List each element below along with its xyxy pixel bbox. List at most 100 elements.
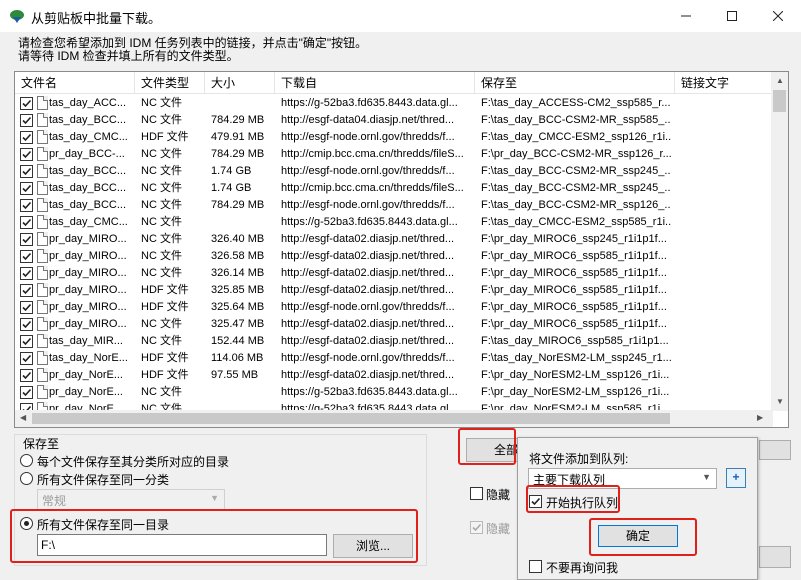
check-icon: [22, 269, 32, 278]
row-checkbox[interactable]: [20, 182, 33, 195]
row-checkbox[interactable]: [20, 301, 33, 314]
cell-filename: tas_day_NorE...: [49, 352, 128, 364]
table-row[interactable]: pr_day_NorE... NC 文件 https://g-52ba3.fd635…: [15, 384, 773, 401]
scroll-right-icon[interactable]: ▶: [757, 413, 763, 422]
table-row[interactable]: pr_day_BCC-... NC 文件 784.29 MB http://cmip.…: [15, 146, 773, 163]
cell-saveto: F:\pr_day_MIROC6_ssp585_r1i1p1f...: [481, 250, 667, 262]
table-row[interactable]: tas_day_NorE... HDF 文件 114.06 MB http://esg…: [15, 350, 773, 367]
table-row[interactable]: tas_day_CMC... NC 文件 https://g-52ba3.fd635…: [15, 214, 773, 231]
table-row[interactable]: tas_day_BCC... NC 文件 784.29 MB http://esgf-…: [15, 197, 773, 214]
file-icon: [37, 198, 48, 212]
radio-save-by-category[interactable]: [20, 454, 33, 467]
cell-filetype: NC 文件: [141, 182, 182, 194]
cell-filetype: NC 文件: [141, 97, 182, 109]
hidden-right-button-2[interactable]: [759, 546, 791, 568]
cell-filetype: NC 文件: [141, 216, 182, 228]
file-icon: [37, 385, 48, 399]
row-checkbox[interactable]: [20, 335, 33, 348]
table-row[interactable]: pr_day_MIRO... NC 文件 325.47 MB http://esgf-…: [15, 316, 773, 333]
table-row[interactable]: tas_day_BCC... NC 文件 784.29 MB http://esgf-…: [15, 112, 773, 129]
row-checkbox[interactable]: [20, 318, 33, 331]
row-checkbox[interactable]: [20, 352, 33, 365]
cell-saveto: F:\pr_day_MIROC6_ssp585_r1i1p1f...: [481, 301, 667, 313]
check-icon: [22, 286, 32, 295]
row-checkbox[interactable]: [20, 97, 33, 110]
col-header-filetype[interactable]: 文件类型: [135, 72, 205, 94]
radio-save-same-category-label[interactable]: 所有文件保存至同一分类: [37, 471, 169, 488]
row-checkbox[interactable]: [20, 199, 33, 212]
row-checkbox[interactable]: [20, 250, 33, 263]
row-checkbox[interactable]: [20, 369, 33, 382]
table-row[interactable]: tas_day_ACC... NC 文件 https://g-52ba3.fd635…: [15, 95, 773, 112]
scroll-left-icon[interactable]: ◀: [20, 413, 26, 422]
dont-ask-checkbox[interactable]: [529, 560, 542, 573]
cell-filename: tas_day_ACC...: [49, 97, 127, 109]
queue-select[interactable]: 主要下载队列 ▼: [528, 468, 717, 489]
col-header-size[interactable]: 大小: [205, 72, 275, 94]
table-row[interactable]: tas_day_BCC... NC 文件 1.74 GB http://esgf-no…: [15, 163, 773, 180]
dont-ask-label[interactable]: 不要再询问我: [546, 559, 618, 576]
maximize-button[interactable]: [709, 0, 755, 32]
browse-button[interactable]: 浏览...: [333, 534, 413, 558]
row-checkbox[interactable]: [20, 386, 33, 399]
close-button[interactable]: [755, 0, 801, 32]
row-checkbox[interactable]: [20, 165, 33, 178]
table-row[interactable]: pr_day_MIRO... NC 文件 326.40 MB http://esgf-…: [15, 231, 773, 248]
table-row[interactable]: pr_day_MIRO... NC 文件 326.58 MB http://esgf-…: [15, 248, 773, 265]
save-path-input[interactable]: F:\: [37, 534, 327, 556]
hidden-checkbox-2[interactable]: [470, 521, 483, 534]
vertical-scrollbar[interactable]: ▲ ▼: [771, 72, 788, 411]
row-checkbox[interactable]: [20, 114, 33, 127]
col-header-source[interactable]: 下载自: [275, 72, 475, 94]
start-queue-checkbox[interactable]: [529, 495, 542, 508]
horizontal-scrollbar[interactable]: ◀ ▶: [15, 410, 773, 427]
cell-filename: pr_day_MIRO...: [49, 284, 127, 296]
col-header-filename[interactable]: 文件名: [15, 72, 135, 94]
minimize-button[interactable]: [663, 0, 709, 32]
table-row[interactable]: tas_day_MIR... NC 文件 152.44 MB http://esgf-…: [15, 333, 773, 350]
horizontal-scroll-thumb[interactable]: [32, 413, 670, 424]
check-icon: [22, 133, 32, 142]
scroll-up-icon[interactable]: ▲: [776, 76, 784, 85]
table-row[interactable]: tas_day_CMC... HDF 文件 479.91 MB http://esgf…: [15, 129, 773, 146]
check-icon: [22, 150, 32, 159]
table-row[interactable]: pr_day_NorE... HDF 文件 97.55 MB http://esgf-…: [15, 367, 773, 384]
row-checkbox[interactable]: [20, 267, 33, 280]
start-queue-label[interactable]: 开始执行队列: [546, 494, 618, 511]
radio-save-same-folder-label[interactable]: 所有文件保存至同一目录: [37, 516, 169, 533]
category-select[interactable]: 常规 ▼: [37, 489, 225, 510]
check-icon: [22, 354, 32, 363]
cell-filename: pr_day_BCC-...: [49, 148, 125, 160]
table-row[interactable]: pr_day_MIRO... HDF 文件 325.85 MB http://esgf…: [15, 282, 773, 299]
radio-save-by-category-label[interactable]: 每个文件保存至其分类所对应的目录: [37, 453, 229, 470]
check-icon: [22, 201, 32, 210]
col-header-linktext[interactable]: 链接文字: [675, 72, 773, 94]
vertical-scroll-thumb[interactable]: [773, 90, 786, 112]
radio-save-same-folder[interactable]: [20, 517, 33, 530]
cell-saveto: F:\pr_day_MIROC6_ssp245_r1i1p1f...: [481, 233, 667, 245]
category-select-value: 常规: [42, 494, 67, 508]
cell-source: http://esgf-data02.diasjp.net/thred...: [281, 284, 455, 296]
hidden-right-button-1[interactable]: [759, 440, 791, 460]
cell-size: 97.55 MB: [211, 369, 259, 381]
table-row[interactable]: pr_day_MIRO... NC 文件 326.14 MB http://esgf-…: [15, 265, 773, 282]
table-row[interactable]: tas_day_BCC... NC 文件 1.74 GB http://cmip.bc…: [15, 180, 773, 197]
file-icon: [37, 317, 48, 331]
ok-button[interactable]: 确定: [598, 525, 678, 547]
table-row[interactable]: pr_day_MIRO... HDF 文件 325.64 MB http://esgf…: [15, 299, 773, 316]
scroll-down-icon[interactable]: ▼: [776, 397, 784, 406]
cell-source: https://g-52ba3.fd635.8443.data.gl...: [281, 97, 458, 109]
row-checkbox[interactable]: [20, 216, 33, 229]
row-checkbox[interactable]: [20, 284, 33, 297]
cell-saveto: F:\tas_day_BCC-CSM2-MR_ssp245_...: [481, 165, 671, 177]
radio-save-same-category[interactable]: [20, 472, 33, 485]
col-header-saveto[interactable]: 保存至: [475, 72, 675, 94]
row-checkbox[interactable]: [20, 131, 33, 144]
row-checkbox[interactable]: [20, 233, 33, 246]
add-queue-button[interactable]: +: [726, 468, 746, 488]
cell-filename: pr_day_MIRO...: [49, 267, 127, 279]
cell-size: 325.85 MB: [211, 284, 265, 296]
row-checkbox[interactable]: [20, 148, 33, 161]
links-table[interactable]: 文件名 文件类型 大小 下载自 保存至 链接文字 tas_day_ACC... N…: [14, 71, 789, 428]
hidden-checkbox-1[interactable]: [470, 487, 483, 500]
